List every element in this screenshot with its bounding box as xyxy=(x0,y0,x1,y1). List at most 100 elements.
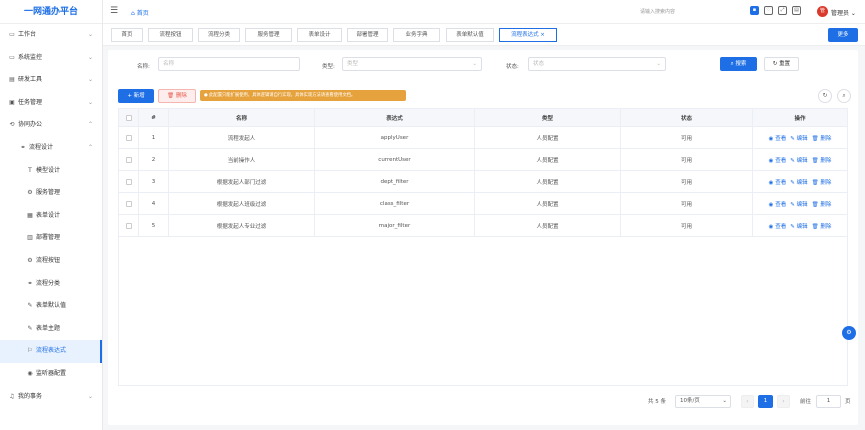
sidebar-item[interactable]: T 模型设计 xyxy=(0,160,102,183)
filter-type-placeholder: 类型 xyxy=(347,61,359,67)
edit-action[interactable]: ✎ 编辑 xyxy=(790,134,807,142)
cell-expr: currentUser xyxy=(315,149,475,170)
settings-float-button[interactable]: ⚙ xyxy=(842,326,856,340)
delete-button[interactable]: 🗑 删除 xyxy=(158,89,196,103)
checkbox-box[interactable] xyxy=(125,156,132,163)
avatar[interactable]: 管 xyxy=(817,6,828,17)
tab[interactable]: 部署管理 xyxy=(347,28,388,42)
view-action[interactable]: ◉ 查看 xyxy=(769,178,787,186)
cell-type: 人员配置 xyxy=(475,127,621,148)
row-checkbox[interactable] xyxy=(119,149,139,170)
checkbox-box[interactable] xyxy=(125,114,132,121)
tab[interactable]: 服务管理 xyxy=(245,28,292,42)
delete-action[interactable]: 🗑 删除 xyxy=(812,178,832,186)
sidebar-item[interactable]: ▦ 表单设计 xyxy=(0,205,102,228)
cell-actions: ◉ 查看 ✎ 编辑 🗑 删除 xyxy=(753,193,847,214)
notification-icon[interactable]: ▪ xyxy=(750,6,759,15)
sidebar-item[interactable]: ⚭ 流程分类 xyxy=(0,273,102,296)
checkbox-box[interactable] xyxy=(125,222,132,229)
row-checkbox[interactable] xyxy=(119,171,139,192)
layout-icon[interactable]: ▤ xyxy=(792,6,801,15)
tab[interactable]: 流程按钮 xyxy=(148,28,193,42)
filter-status-label: 状态: xyxy=(506,64,519,70)
tab[interactable]: 流程分类 xyxy=(198,28,240,42)
hamburger-icon[interactable]: ☰ xyxy=(110,6,118,16)
chevron-down-icon: ⌄ xyxy=(472,61,477,67)
view-action[interactable]: ◉ 查看 xyxy=(769,156,787,164)
tab[interactable]: 业务字典 xyxy=(393,28,440,42)
skin-icon[interactable]: ♡ xyxy=(764,6,773,15)
fullscreen-icon[interactable]: ⤢ xyxy=(778,6,787,15)
edit-action[interactable]: ✎ 编辑 xyxy=(790,178,807,186)
tab[interactable]: 首页 xyxy=(111,28,143,42)
checkbox-box[interactable] xyxy=(125,134,132,141)
refresh-icon[interactable]: ↻ xyxy=(818,89,832,103)
tab[interactable]: 表单设计 xyxy=(297,28,342,42)
user-name-label[interactable]: 管理员 xyxy=(831,10,849,17)
search-icon[interactable]: ⌕ xyxy=(837,89,851,103)
filter-status-placeholder: 状态 xyxy=(533,61,545,67)
sidebar-item[interactable]: ⚙ 流程按钮 xyxy=(0,250,102,273)
cell-index: 4 xyxy=(139,193,169,214)
task-icon: ▣ xyxy=(9,98,15,106)
filter-type-select[interactable]: 类型 ⌄ xyxy=(342,57,482,71)
delete-action[interactable]: 🗑 删除 xyxy=(812,200,832,208)
bell-icon: ♫ xyxy=(9,392,15,400)
delete-action[interactable]: 🗑 删除 xyxy=(812,134,832,142)
view-action[interactable]: ◉ 查看 xyxy=(769,222,787,230)
filter-status-select[interactable]: 状态 ⌄ xyxy=(528,57,666,71)
page-size-select[interactable]: 10条/页 ⌄ xyxy=(675,395,731,408)
edit-icon: ✎ xyxy=(27,302,33,310)
col-header-index: # xyxy=(139,109,169,126)
more-tabs-button[interactable]: 更多 xyxy=(828,28,858,42)
breadcrumb-home[interactable]: ⌂ 首页 xyxy=(131,8,149,17)
sidebar-item[interactable]: ▥ 部署管理 xyxy=(0,227,102,250)
view-action[interactable]: ◉ 查看 xyxy=(769,134,787,142)
prev-page-button[interactable]: ‹ xyxy=(741,395,754,408)
sidebar-item[interactable]: ⟲ 协同办公 ⌃ xyxy=(0,114,102,137)
sidebar-item[interactable]: ⚙ 服务管理 xyxy=(0,182,102,205)
tabs-bar: 首页 流程按钮 流程分类 服务管理 表单设计 部署管理 业务字典 表单默认值 流程表达式 × 更… xyxy=(103,24,865,46)
global-search-input[interactable]: 请输入搜索内容 xyxy=(640,8,675,15)
edit-action[interactable]: ✎ 编辑 xyxy=(790,222,807,230)
checkbox-box[interactable] xyxy=(125,200,132,207)
sidebar-item[interactable]: ⚐ 流程表达式 xyxy=(0,340,102,363)
form-icon: ▦ xyxy=(27,211,33,219)
sidebar-item[interactable]: ⚭ 流程设计 ⌃ xyxy=(0,137,102,160)
sidebar-item[interactable]: ♫ 我的事务 ⌄ xyxy=(0,386,102,409)
sidebar-item[interactable]: ✎ 表单默认值 xyxy=(0,295,102,318)
row-checkbox[interactable] xyxy=(119,193,139,214)
filter-name-input[interactable]: 名称 xyxy=(158,57,300,71)
sidebar-item[interactable]: ▣ 任务管理 ⌄ xyxy=(0,92,102,115)
edit-action[interactable]: ✎ 编辑 xyxy=(790,156,807,164)
search-button[interactable]: ⌕ 搜索 xyxy=(720,57,757,71)
add-button[interactable]: + 新增 xyxy=(118,89,154,103)
goto-page-input[interactable]: 1 xyxy=(816,395,841,408)
sidebar-item[interactable]: ▭ 系统监控 ⌄ xyxy=(0,47,102,70)
reset-button[interactable]: ↻ 重置 xyxy=(764,57,799,71)
breadcrumb-home-label[interactable]: 首页 xyxy=(137,10,149,17)
page-number-current[interactable]: 1 xyxy=(758,395,773,408)
sidebar-item[interactable]: ▤ 研发工具 ⌄ xyxy=(0,69,102,92)
select-all-checkbox[interactable] xyxy=(119,109,139,126)
tab[interactable]: 表单默认值 xyxy=(446,28,494,42)
user-name[interactable]: 管理员 ⌄ xyxy=(831,8,856,17)
edit-action[interactable]: ✎ 编辑 xyxy=(790,200,807,208)
sidebar-item[interactable]: ◉ 监听器配置 xyxy=(0,363,102,386)
row-checkbox[interactable] xyxy=(119,215,139,236)
sidebar-item[interactable]: ▭ 工作台 ⌄ xyxy=(0,24,102,47)
sidebar-item[interactable]: ✎ 表单主题 xyxy=(0,318,102,341)
chevron-icon: ⌄ xyxy=(87,53,93,61)
page-unit-label: 页 xyxy=(845,399,851,405)
row-checkbox[interactable] xyxy=(119,127,139,148)
sidebar-item-label: 系统监控 xyxy=(18,53,43,61)
cell-status: 可用 xyxy=(621,127,753,148)
delete-action[interactable]: 🗑 删除 xyxy=(812,156,832,164)
delete-action[interactable]: 🗑 删除 xyxy=(812,222,832,230)
cell-actions: ◉ 查看 ✎ 编辑 🗑 删除 xyxy=(753,171,847,192)
view-action[interactable]: ◉ 查看 xyxy=(769,200,787,208)
tab[interactable]: 流程表达式 × xyxy=(499,28,557,42)
next-page-button[interactable]: › xyxy=(777,395,790,408)
chevron-down-icon: ⌄ xyxy=(656,61,661,67)
checkbox-box[interactable] xyxy=(125,178,132,185)
